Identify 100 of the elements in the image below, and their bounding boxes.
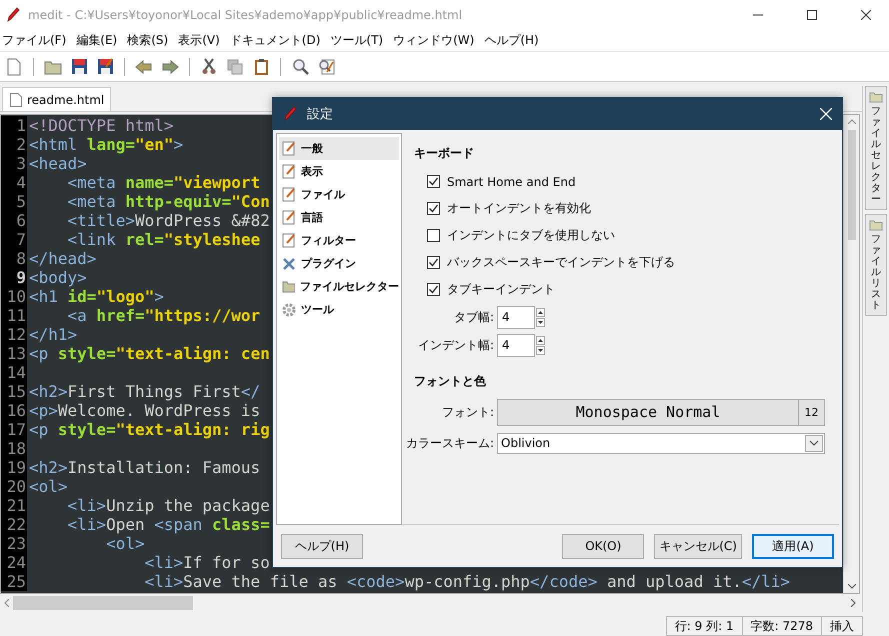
line-number: 6 <box>1 211 27 230</box>
line-number: 8 <box>1 249 27 268</box>
category-item[interactable]: ファイルセレクター <box>279 275 399 298</box>
ok-button[interactable]: OK(O) <box>562 534 644 558</box>
code-line: <meta http-equiv="Con <box>66 192 270 211</box>
folder-icon <box>869 219 883 231</box>
code-line: </head> <box>28 249 96 268</box>
checkbox[interactable] <box>427 175 440 188</box>
new-file-icon[interactable] <box>6 58 22 76</box>
search-icon[interactable] <box>292 58 308 75</box>
document-pencil-icon <box>282 210 296 225</box>
undo-icon[interactable] <box>135 58 153 74</box>
line-number: 22 <box>1 515 27 534</box>
line-number: 5 <box>1 192 27 211</box>
spin-down-icon[interactable] <box>536 346 545 354</box>
checkbox[interactable] <box>427 229 440 242</box>
vertical-scrollbar[interactable] <box>843 115 859 593</box>
line-number: 16 <box>1 401 27 420</box>
section-heading: キーボード <box>414 145 474 162</box>
font-button[interactable]: Monospace Normal 12 <box>497 398 825 426</box>
menu-item[interactable]: ウィンドウ(W) <box>393 32 480 49</box>
scroll-left-icon[interactable] <box>4 599 9 607</box>
number-field[interactable]: 4 <box>497 306 535 328</box>
option-label: インデントにタブを使用しない <box>447 227 615 244</box>
code-line: <html lang="en"> <box>28 135 184 154</box>
line-number: 2 <box>1 135 27 154</box>
code-line: <head> <box>28 154 87 173</box>
side-tab[interactable]: ファイルリスト <box>865 214 887 316</box>
category-item[interactable]: フィルター <box>279 229 399 252</box>
redo-icon[interactable] <box>161 58 179 74</box>
line-number: 1 <box>1 116 27 135</box>
scroll-right-icon[interactable] <box>851 599 856 607</box>
line-number: 10 <box>1 287 27 306</box>
line-number: 24 <box>1 553 27 572</box>
dialog-title: 設定 <box>307 106 334 123</box>
code-line: <li>Save the file as <code>wp-config.php</code> and upload it.</li> <box>144 572 790 591</box>
maximize-icon[interactable] <box>807 10 817 20</box>
scroll-up-icon[interactable] <box>848 119 856 124</box>
code-line: <li>Open <span class= <box>66 515 270 534</box>
scroll-thumb[interactable] <box>848 130 856 240</box>
save-as-icon[interactable] <box>96 58 114 75</box>
spin-up-icon[interactable] <box>536 336 545 344</box>
menu-item[interactable]: 表示(V) <box>178 32 226 49</box>
field-label: タブ幅: <box>454 308 494 326</box>
menu-item[interactable]: 検索(S) <box>127 32 174 49</box>
checkbox[interactable] <box>427 283 440 296</box>
menu-item[interactable]: ファイル(F) <box>2 32 72 49</box>
menu-item[interactable]: ツール(T) <box>330 32 390 49</box>
code-line: <h2>First Things First</ <box>28 382 260 401</box>
folder-icon[interactable] <box>44 58 62 74</box>
cancel-button[interactable]: キャンセル(C) <box>654 534 742 558</box>
side-tab[interactable]: ファイルセレクター <box>865 86 887 210</box>
option-label: タブキーインデント <box>447 281 555 298</box>
category-item[interactable]: 一般 <box>279 137 399 160</box>
folder-icon <box>282 280 295 293</box>
section-heading: フォントと色 <box>414 373 486 390</box>
number-field[interactable]: 4 <box>497 334 535 356</box>
checkbox[interactable] <box>427 256 440 269</box>
menu-item[interactable]: ヘルプ(H) <box>484 32 545 49</box>
spin-up-icon[interactable] <box>536 308 545 316</box>
option-label: Smart Home and End <box>447 174 576 188</box>
scissors-icon[interactable] <box>201 58 217 75</box>
spin-down-icon[interactable] <box>536 318 545 326</box>
pen-icon <box>6 7 20 23</box>
code-line: <p style="text-align: cen <box>28 344 270 363</box>
category-item[interactable]: ツール <box>279 298 399 321</box>
code-line: <title>WordPress &#82 <box>66 211 270 230</box>
code-line: </h1> <box>28 325 78 344</box>
copy-icon[interactable] <box>227 58 243 74</box>
menu-item[interactable]: ドキュメント(D) <box>230 32 326 49</box>
line-number: 20 <box>1 477 27 496</box>
line-number: 11 <box>1 306 27 325</box>
code-line: <li>If for so <box>144 553 270 572</box>
close-icon[interactable] <box>861 10 871 20</box>
file-tab[interactable]: readme.html <box>2 87 112 111</box>
category-item[interactable]: ファイル <box>279 183 399 206</box>
category-item[interactable]: 言語 <box>279 206 399 229</box>
line-number: 13 <box>1 344 27 363</box>
save-icon[interactable] <box>70 58 88 75</box>
menu-item[interactable]: 編集(E) <box>76 32 124 49</box>
code-line: <ol> <box>105 534 145 553</box>
option-label: オートインデントを有効化 <box>447 200 591 217</box>
line-number: 17 <box>1 420 27 439</box>
apply-button[interactable]: 適用(A) <box>752 534 834 558</box>
scroll-thumb[interactable] <box>13 596 193 610</box>
checkbox[interactable] <box>427 202 440 215</box>
color-scheme-dropdown[interactable]: Oblivion <box>497 432 825 454</box>
category-item[interactable]: 表示 <box>279 160 399 183</box>
line-number: 21 <box>1 496 27 515</box>
clipboard-icon[interactable] <box>254 58 268 76</box>
code-line: <body> <box>28 268 87 287</box>
folder-icon <box>869 91 883 103</box>
line-number: 7 <box>1 230 27 249</box>
code-line: <p style="text-align: rig <box>28 420 270 439</box>
category-item[interactable]: プラグイン <box>279 252 399 275</box>
line-number: 12 <box>1 325 27 344</box>
scroll-down-icon[interactable] <box>848 584 856 589</box>
help-button[interactable]: ヘルプ(H) <box>281 534 363 558</box>
search-pencil-icon[interactable] <box>318 58 334 75</box>
code-line: <link rel="styleshee <box>66 230 260 249</box>
